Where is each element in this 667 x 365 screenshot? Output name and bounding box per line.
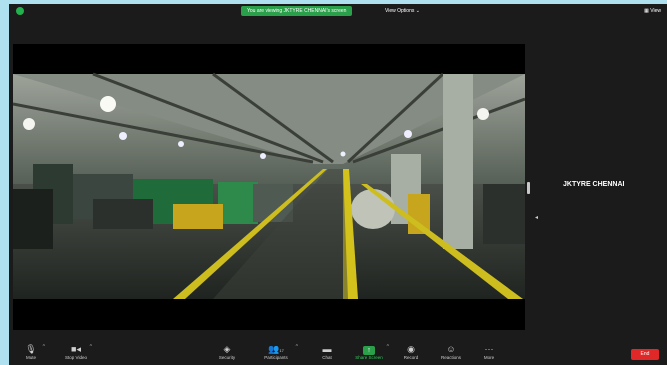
reactions-icon: ☺ xyxy=(446,344,456,354)
stop-video-label: Stop Video xyxy=(65,355,87,360)
encryption-shield-icon[interactable] xyxy=(16,7,24,15)
more-label: More xyxy=(483,355,495,360)
security-label: Security xyxy=(218,355,236,360)
participants-button[interactable]: 👥17 Participants ^ xyxy=(256,343,298,361)
screen-share-banner: You are viewing JKTYRE CHENNAI's screen xyxy=(241,6,353,16)
chat-label: Chat xyxy=(322,355,332,360)
chat-button[interactable]: ▬ Chat xyxy=(307,343,347,361)
participants-label: Participants xyxy=(264,355,288,360)
stop-video-button[interactable]: ■◂ Stop Video ^ xyxy=(56,343,96,361)
shared-screen-video xyxy=(13,44,525,330)
shield-icon: ◈ xyxy=(223,344,231,354)
meeting-window: You are viewing JKTYRE CHENNAI's screen … xyxy=(9,4,667,365)
chevron-up-icon[interactable]: ^ xyxy=(387,344,389,350)
participants-icon: 👥17 xyxy=(268,344,284,354)
microphone-icon: 🎙 xyxy=(25,344,37,354)
reactions-button[interactable]: ☺ Reactions xyxy=(431,343,471,361)
view-button[interactable]: ▦ View xyxy=(644,6,661,16)
chevron-up-icon[interactable]: ^ xyxy=(43,344,45,350)
chevron-up-icon[interactable]: ^ xyxy=(296,344,298,350)
mute-button[interactable]: 🎙 Mute ^ xyxy=(11,343,51,361)
participant-name: JKTYRE CHENNAI xyxy=(563,181,625,188)
more-icon: ··· xyxy=(484,344,494,354)
view-options-button[interactable]: View Options ⌄ xyxy=(385,6,420,16)
security-button[interactable]: ◈ Security xyxy=(207,343,247,361)
top-bar: You are viewing JKTYRE CHENNAI's screen … xyxy=(9,4,667,18)
reactions-label: Reactions xyxy=(440,355,461,360)
record-button[interactable]: ◉ Record xyxy=(391,343,431,361)
factory-floor-image xyxy=(13,44,525,330)
share-screen-button[interactable]: ↑ Share Screen ^ xyxy=(349,343,389,361)
record-icon: ◉ xyxy=(407,344,415,354)
share-screen-label: Share Screen xyxy=(355,355,383,360)
meeting-toolbar: 🎙 Mute ^ ■◂ Stop Video ^ ◈ Security 👥17 … xyxy=(9,341,667,365)
chevron-up-icon[interactable]: ^ xyxy=(90,344,92,350)
panel-resize-handle[interactable] xyxy=(527,182,530,194)
mute-label: Mute xyxy=(25,355,36,360)
participant-count: 17 xyxy=(279,348,284,353)
chat-icon: ▬ xyxy=(322,344,332,354)
record-label: Record xyxy=(403,355,419,360)
end-meeting-button[interactable]: End xyxy=(631,349,659,360)
more-button[interactable]: ··· More xyxy=(469,343,509,361)
share-screen-icon: ↑ xyxy=(349,343,389,355)
participant-indicator: ◂ xyxy=(535,215,539,221)
